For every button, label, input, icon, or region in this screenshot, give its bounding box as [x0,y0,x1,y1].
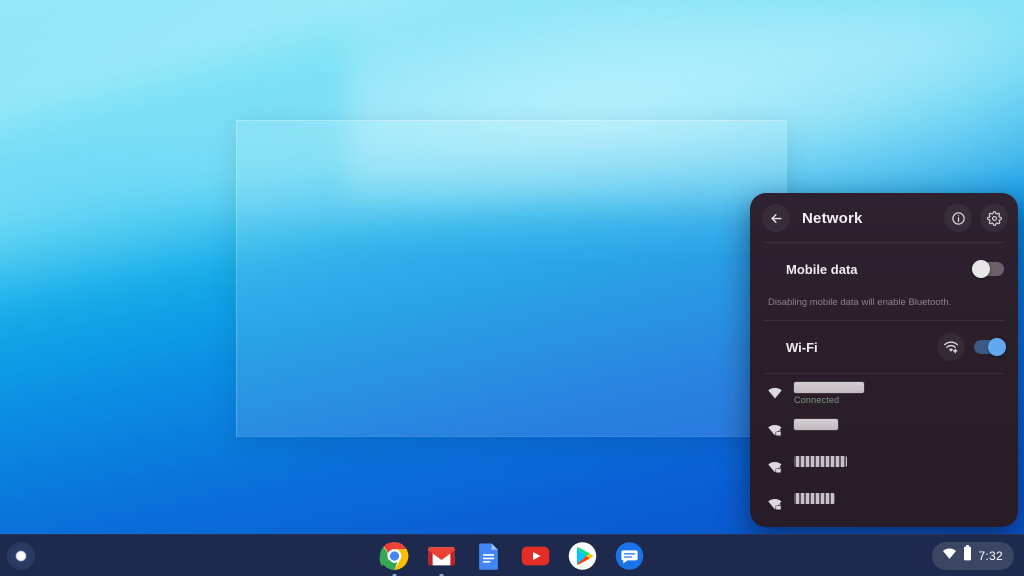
info-icon[interactable] [944,204,972,232]
translucent-window[interactable] [236,120,787,437]
network-panel-header: Network [750,193,1018,243]
wifi-icon [942,546,957,566]
shelf-app-messages[interactable] [614,540,646,572]
toggle-knob [972,260,990,278]
wifi-ssid-redacted [794,493,835,505]
wifi-locked-icon [764,415,786,438]
wifi-network-body [786,415,1004,431]
clock-label: 7:32 [978,548,1003,563]
wifi-network-body: Connected [786,378,1004,405]
mobile-data-trailing [972,260,1004,278]
wifi-ssid-redacted [794,382,864,394]
wifi-network-item[interactable] [750,415,1018,452]
shelf-app-chrome[interactable] [379,540,411,576]
network-panel-header-actions [944,204,1008,232]
shelf-app-youtube[interactable] [520,540,552,572]
wifi-add-icon[interactable] [937,333,965,362]
mobile-data-label: Mobile data [786,261,858,277]
shelf-app-docs[interactable] [473,540,505,572]
wifi-network-item[interactable] [750,452,1018,489]
wifi-network-list: Connected [750,374,1018,526]
wifi-full-icon [764,378,786,401]
shelf-app-gmail[interactable] [426,540,458,576]
wifi-connection-status: Connected [794,395,840,406]
wifi-network-body [786,452,1004,468]
mobile-data-row[interactable]: Mobile data [750,243,1018,295]
wifi-row[interactable]: Wi-Fi [750,321,1018,373]
shelf: 7:32 [0,534,1024,576]
status-tray[interactable]: 7:32 [932,541,1014,570]
network-detailed-view-panel: Network Mobile data Disabling mobile dat… [750,193,1018,527]
wifi-ssid-redacted [794,419,838,431]
wifi-trailing [937,333,1006,362]
gear-icon[interactable] [980,204,1008,232]
toggle-switch-off[interactable] [972,260,1004,278]
wifi-network-body [786,489,1004,505]
toggle-knob [988,338,1006,357]
wifi-locked-icon [764,489,786,512]
toggle-switch-on[interactable] [974,338,1006,357]
page-title: Network [802,209,863,227]
shelf-app-icons [379,540,646,576]
launcher-circle-icon[interactable] [8,542,34,569]
shelf-app-play-store[interactable] [567,540,599,572]
battery-icon [963,545,972,566]
wifi-network-item[interactable] [750,489,1018,526]
mobile-data-note: Disabling mobile data will enable Blueto… [750,295,1018,322]
wifi-locked-icon [764,452,786,475]
wifi-network-item[interactable]: Connected [750,378,1018,415]
back-arrow-icon[interactable] [762,204,790,232]
wifi-label: Wi-Fi [786,339,818,355]
wifi-ssid-redacted [794,456,847,468]
